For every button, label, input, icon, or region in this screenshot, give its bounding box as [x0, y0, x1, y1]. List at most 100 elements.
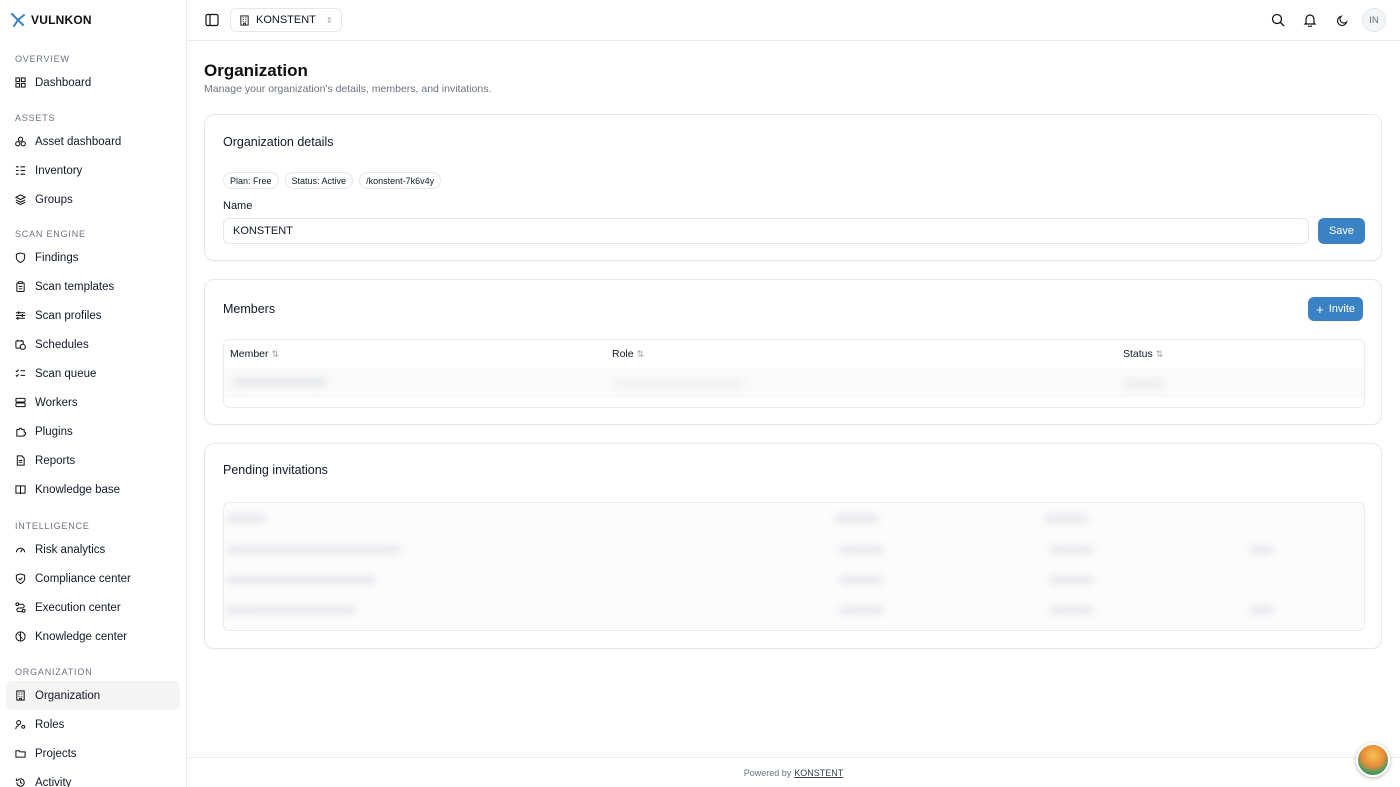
sidebar-item-reports[interactable]: Reports	[6, 446, 180, 475]
sidebar-item-findings[interactable]: Findings	[6, 243, 180, 272]
page-subtitle: Manage your organization's details, memb…	[204, 83, 492, 95]
column-header-role[interactable]: Role ⇅	[612, 348, 644, 360]
bell-icon[interactable]	[1298, 8, 1322, 32]
table-row	[224, 565, 1364, 595]
sidebar-item-scan-profiles[interactable]: Scan profiles	[6, 301, 180, 330]
nav-section: Intelligence Risk analytics Compliance cen…	[0, 519, 186, 651]
building-icon	[15, 690, 26, 701]
sidebar-item-risk-analytics[interactable]: Risk analytics	[6, 535, 180, 564]
sidebar-item-label: Roles	[35, 718, 65, 731]
invite-label: Invite	[1328, 303, 1355, 315]
sidebar-item-label: Asset dashboard	[35, 135, 122, 148]
building-icon	[239, 14, 250, 26]
plus-icon: +	[1316, 301, 1324, 317]
name-label: Name	[223, 200, 253, 212]
sidebar-item-label: Knowledge base	[35, 483, 121, 496]
sidebar-item-label: Compliance center	[35, 572, 131, 585]
slug-badge: /konstent-7k6v4y	[359, 172, 442, 189]
sort-icon: ⇅	[271, 348, 280, 359]
sidebar-item-execution-center[interactable]: Execution center	[6, 593, 180, 622]
footer-prefix: Powered by	[743, 767, 792, 778]
table-row	[224, 595, 1364, 625]
nav-section: Scan engine Findings Scan templates Scan pr…	[0, 227, 186, 504]
sidebar-item-scan-templates[interactable]: Scan templates	[6, 272, 180, 301]
table-row	[224, 503, 1364, 535]
pending-invitations-card: Pending invitations	[204, 443, 1382, 649]
save-button[interactable]: Save	[1318, 218, 1365, 244]
moon-icon[interactable]	[1330, 8, 1354, 32]
sidebar-item-label: Schedules	[35, 338, 89, 351]
sidebar-item-projects[interactable]: Projects	[6, 739, 180, 768]
sidebar-item-organization[interactable]: Organization	[6, 681, 180, 710]
sidebar-item-label: Scan profiles	[35, 309, 102, 322]
file-icon	[15, 455, 26, 466]
sidebar-item-label: Workers	[35, 396, 78, 409]
sort-icon: ⇅	[636, 348, 645, 359]
footer-link[interactable]: KONSTENT	[794, 768, 843, 778]
inventory-icon	[15, 165, 26, 176]
sidebar-item-dashboard[interactable]: Dashboard	[6, 68, 180, 97]
search-icon[interactable]	[1266, 8, 1290, 32]
page-title: Organization	[204, 61, 308, 80]
nav-section-title: Overview	[15, 54, 70, 64]
sidebar-item-label: Risk analytics	[35, 543, 106, 556]
sliders-icon	[15, 310, 26, 321]
assistant-avatar-icon[interactable]	[1356, 743, 1390, 777]
invite-button[interactable]: + Invite	[1308, 297, 1363, 321]
sidebar-item-knowledge-base[interactable]: Knowledge base	[6, 475, 180, 504]
sidebar-item-schedules[interactable]: Schedules	[6, 330, 180, 359]
dashboard-icon	[15, 77, 26, 88]
organization-name-input[interactable]	[223, 218, 1309, 244]
org-switcher-label: KONSTENT	[256, 14, 316, 26]
table-row	[224, 535, 1364, 565]
sidebar-item-workers[interactable]: Workers	[6, 388, 180, 417]
sidebar-item-label: Organization	[35, 689, 101, 702]
column-header-member[interactable]: Member ⇅	[230, 348, 279, 360]
nav-section-title: Scan engine	[15, 229, 86, 239]
chevrons-up-down-icon: ⇕	[325, 15, 333, 25]
brand[interactable]: VULNKON	[0, 0, 186, 40]
brain-icon	[15, 631, 26, 642]
sidebar-item-plugins[interactable]: Plugins	[6, 417, 180, 446]
sidebar-item-knowledge-center[interactable]: Knowledge center	[6, 622, 180, 651]
puzzle-icon	[15, 426, 26, 437]
sidebar-item-label: Projects	[35, 747, 77, 760]
column-header-status[interactable]: Status ⇅	[1123, 348, 1163, 360]
sidebar-item-activity[interactable]: Activity	[6, 768, 180, 787]
user-key-icon	[15, 719, 26, 730]
org-switcher[interactable]: KONSTENT ⇕	[230, 8, 342, 32]
shield-check-icon	[15, 573, 26, 584]
organization-details-card: Organization details Plan: Free Status: …	[204, 114, 1382, 261]
sidebar-toggle-icon[interactable]	[204, 12, 220, 28]
sidebar-item-label: Activity	[35, 776, 72, 787]
vulnkon-logo-icon	[11, 13, 25, 27]
sidebar-item-groups[interactable]: Groups	[6, 185, 180, 214]
nav-section: Organization Organization Roles Projects Act…	[0, 665, 186, 787]
members-card: Members + Invite Member ⇅ Role ⇅ Status ⇅	[204, 279, 1382, 425]
card-title: Members	[223, 302, 276, 316]
route-icon	[15, 602, 26, 613]
sidebar-item-label: Reports	[35, 454, 76, 467]
folder-icon	[15, 748, 26, 759]
table-row	[224, 368, 1364, 398]
sidebar-item-roles[interactable]: Roles	[6, 710, 180, 739]
avatar[interactable]: IN	[1362, 8, 1386, 32]
brand-name: VULNKON	[31, 13, 92, 27]
sidebar-item-inventory[interactable]: Inventory	[6, 156, 180, 185]
sidebar-item-scan-queue[interactable]: Scan queue	[6, 359, 180, 388]
nav-section-title: Intelligence	[15, 521, 90, 531]
clipboard-icon	[15, 281, 26, 292]
sidebar-item-compliance-center[interactable]: Compliance center	[6, 564, 180, 593]
server-icon	[15, 397, 26, 408]
gauge-icon	[15, 544, 26, 555]
sidebar-item-label: Scan queue	[35, 367, 97, 380]
sidebar-item-label: Knowledge center	[35, 630, 128, 643]
history-icon	[15, 777, 26, 787]
list-checks-icon	[15, 368, 26, 379]
nav-section: Assets Asset dashboard Inventory Groups	[0, 111, 186, 214]
card-title: Organization details	[223, 135, 334, 149]
sidebar-item-label: Execution center	[35, 601, 121, 614]
topbar: KONSTENT ⇕ IN	[187, 0, 1400, 41]
sidebar-item-asset-dashboard[interactable]: Asset dashboard	[6, 127, 180, 156]
sidebar-item-label: Dashboard	[35, 76, 92, 89]
